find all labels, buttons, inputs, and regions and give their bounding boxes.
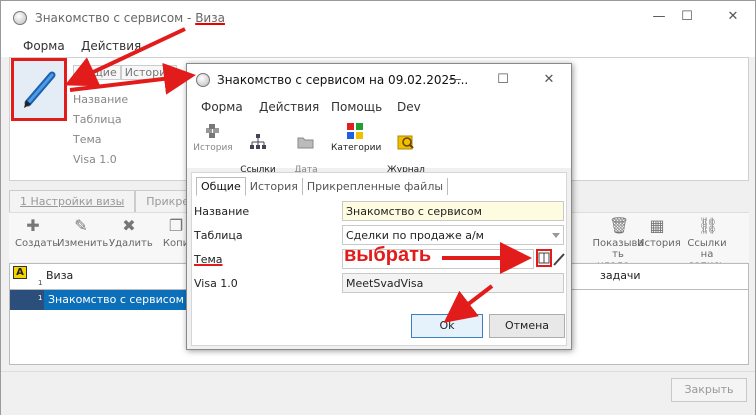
visa-input[interactable]: MeetSvadVisa (342, 273, 564, 293)
label-visa: Visa 1.0 (194, 277, 238, 290)
main-small-tabs: Общие История (73, 65, 177, 81)
trash-icon: 🗑 (609, 216, 630, 235)
tab-general-back[interactable]: Общие (73, 65, 121, 80)
dialog-menubar: Форма Действия Помощь Dev (187, 96, 571, 118)
chevron-down-icon (552, 233, 560, 238)
book-icon (538, 252, 550, 264)
categories-icon (347, 123, 363, 139)
col-header-visa[interactable]: Виза (46, 269, 73, 282)
journal-icon (397, 135, 414, 150)
dialog-maximize-icon[interactable]: ☐ (491, 70, 515, 90)
dialog-app-icon (196, 73, 210, 87)
row-visa-cell[interactable]: Знакомство с сервисом (44, 290, 192, 310)
delete-x-icon: ✖ (122, 216, 136, 235)
dialog-menu-help[interactable]: Помощь (331, 100, 382, 114)
table-select[interactable]: Сделки по продаже а/м (342, 225, 564, 245)
pen-icon (24, 71, 56, 108)
history-icon: ▦ (649, 216, 665, 235)
label-table: Таблица (194, 229, 243, 242)
edit-button[interactable]: ✎ Изменить (57, 216, 108, 250)
label-table-back: Таблица (73, 113, 122, 126)
app-icon (13, 11, 27, 25)
tab-history-back[interactable]: История (120, 65, 177, 80)
dialog-toolbar: История Ссылки на запись Дата динам. з..… (187, 118, 571, 197)
dialog-menu-actions[interactable]: Действия (259, 100, 319, 114)
main-titlebar: Знакомство с сервисом - Виза — ☐ ✕ (1, 1, 755, 35)
dialog-minimize-icon[interactable]: — (443, 70, 467, 90)
ok-button[interactable]: Ok (411, 314, 483, 338)
links-icon (250, 134, 266, 149)
label-theme: Тема (194, 253, 223, 266)
pencil-icon (553, 253, 565, 266)
a-badge-icon: A (13, 266, 27, 279)
label-theme-back: Тема (73, 133, 102, 146)
pencil-icon: ✎ (74, 216, 88, 235)
tab-attachments[interactable]: Прикрепленные файлы (303, 178, 449, 195)
folder-open-icon (297, 137, 314, 149)
tab-general[interactable]: Общие (196, 177, 246, 196)
create-button[interactable]: ✚ Создать (15, 216, 58, 250)
select-book-button[interactable] (536, 249, 552, 267)
label-name: Название (194, 205, 250, 218)
name-input[interactable]: Знакомство с сервисом (342, 201, 564, 221)
main-window-title: Знакомство с сервисом - Виза (35, 11, 225, 25)
categories-button[interactable]: Категории (331, 122, 381, 154)
row-gutter: 1 (10, 290, 44, 310)
tab-history[interactable]: История (246, 178, 303, 195)
minimize-icon[interactable]: — (647, 7, 671, 27)
maximize-icon[interactable]: ☐ (675, 7, 699, 27)
tab-visa-settings[interactable]: 1 Настройки визы (9, 190, 136, 212)
header-row-number: 1 (38, 279, 43, 287)
dialog-tabs: Общие История Прикрепленные файлы (196, 177, 449, 196)
dialog-menu-forma[interactable]: Форма (201, 100, 243, 114)
edit-dialog: Знакомство с сервисом на 09.02.2025... —… (186, 63, 572, 350)
dialog-menu-dev[interactable]: Dev (397, 100, 421, 114)
menu-actions[interactable]: Действия (81, 39, 141, 53)
cancel-button[interactable]: Отмена (489, 314, 565, 338)
links-icon: ⛓ (698, 216, 719, 235)
history-button-back[interactable]: ▦ История (637, 216, 681, 250)
edit-theme-button[interactable] (552, 251, 566, 267)
edit-pen-button[interactable] (11, 58, 67, 121)
label-visa-back: Visa 1.0 (73, 153, 117, 166)
main-footer: Закрыть (1, 371, 755, 415)
close-icon[interactable]: ✕ (721, 7, 745, 27)
menu-forma[interactable]: Форма (23, 39, 65, 53)
copy-icon: ❐ (168, 216, 184, 235)
select-annotation-label: выбрать (344, 244, 432, 266)
label-name-back: Название (73, 93, 129, 106)
delete-button[interactable]: ✖ Удалить (109, 216, 153, 250)
dialog-titlebar: Знакомство с сервисом на 09.02.2025... —… (187, 64, 571, 96)
dialog-title: Знакомство с сервисом на 09.02.2025... (217, 73, 469, 87)
close-button[interactable]: Закрыть (671, 378, 747, 402)
history-button[interactable]: История (193, 122, 233, 154)
plus-icon: ✚ (26, 216, 40, 235)
col-header-tasks[interactable]: задачи (600, 269, 641, 282)
main-menubar: Форма Действия (1, 35, 755, 57)
dialog-close-icon[interactable]: ✕ (537, 70, 561, 90)
history-icon (206, 124, 219, 138)
